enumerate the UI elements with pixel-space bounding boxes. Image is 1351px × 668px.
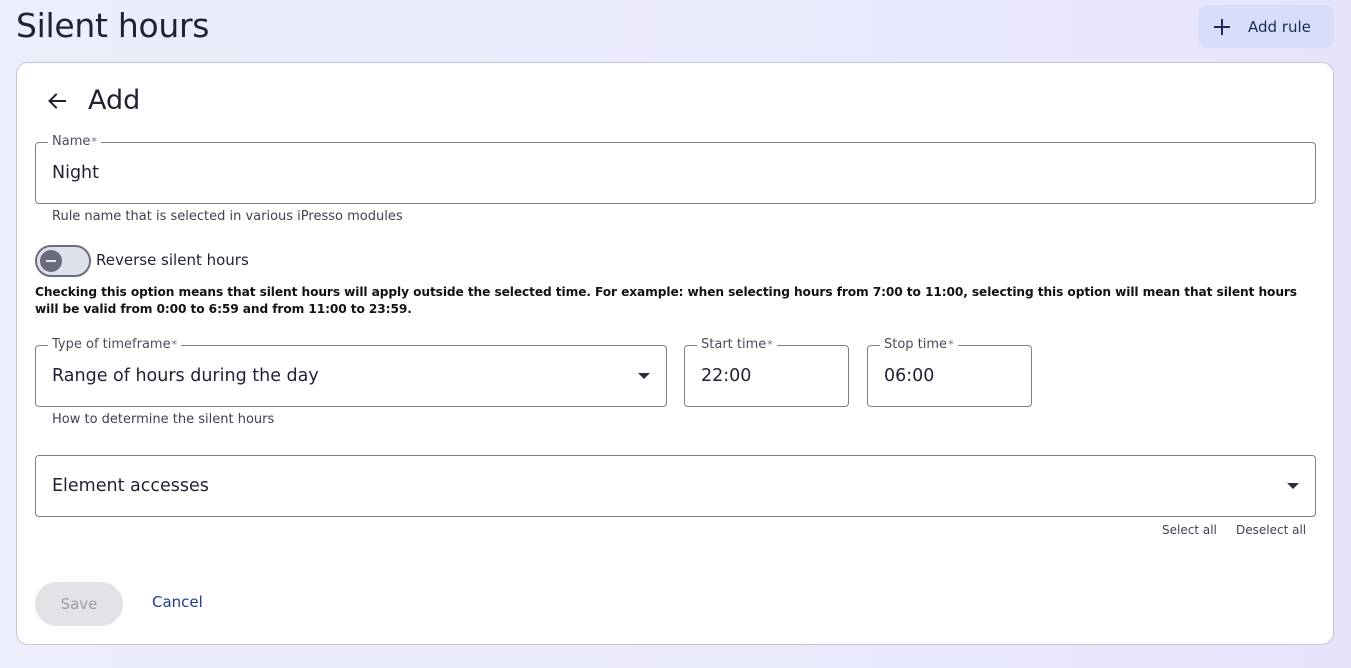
- element-accesses-placeholder: Element accesses: [52, 476, 209, 496]
- element-accesses-select[interactable]: Element accesses: [35, 455, 1316, 517]
- cancel-button[interactable]: Cancel: [152, 593, 203, 611]
- caret-down-icon: [1287, 483, 1299, 489]
- plus-icon: [1212, 17, 1232, 37]
- name-field[interactable]: Name* Night: [35, 134, 1316, 204]
- form-title: Add: [88, 85, 141, 116]
- page-title: Silent hours: [16, 6, 210, 45]
- add-rule-card: Add Name* Night Rule name that is select…: [16, 62, 1334, 645]
- start-time-value: 22:00: [701, 366, 752, 386]
- timeframe-helper-text: How to determine the silent hours: [52, 412, 275, 427]
- timeframe-value: Range of hours during the day: [52, 366, 319, 386]
- toggle-knob: [40, 250, 62, 272]
- save-button[interactable]: Save: [35, 582, 123, 626]
- caret-down-icon: [638, 373, 650, 379]
- start-time-input[interactable]: Start time* 22:00: [684, 337, 849, 407]
- back-button[interactable]: [45, 91, 69, 115]
- stop-time-input[interactable]: Stop time* 06:00: [867, 337, 1032, 407]
- add-rule-label: Add rule: [1248, 17, 1311, 36]
- deselect-all-button[interactable]: Deselect all: [1236, 523, 1306, 537]
- arrow-left-icon: [47, 91, 67, 115]
- reverse-explanation-text: Checking this option means that silent h…: [35, 285, 1297, 316]
- select-all-button[interactable]: Select all: [1162, 523, 1217, 537]
- name-input-value: Night: [52, 163, 100, 183]
- reverse-silent-hours-label: Reverse silent hours: [96, 251, 249, 269]
- timeframe-select[interactable]: Type of timeframe* Range of hours during…: [35, 337, 667, 407]
- name-helper-text: Rule name that is selected in various iP…: [52, 209, 403, 224]
- stop-time-value: 06:00: [884, 366, 935, 386]
- reverse-silent-hours-toggle[interactable]: [35, 245, 91, 277]
- minus-icon: [46, 260, 56, 262]
- add-rule-button[interactable]: Add rule: [1198, 5, 1334, 48]
